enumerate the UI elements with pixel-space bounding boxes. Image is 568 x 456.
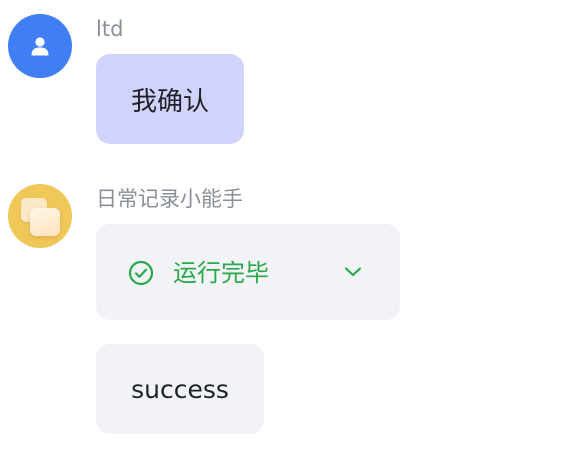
user-icon [31, 37, 49, 56]
chevron-down-icon[interactable] [344, 266, 362, 278]
sender-name: 日常记录小能手 [96, 187, 243, 211]
message-bubble: 我确认 [96, 54, 244, 144]
bot-avatar[interactable] [8, 184, 72, 248]
user-avatar[interactable] [8, 14, 72, 78]
sender-name: ltd [96, 17, 124, 41]
run-status-card[interactable]: 运行完毕 [96, 224, 400, 320]
message-bubble: success [96, 344, 264, 434]
run-status-text: 运行完毕 [173, 259, 269, 287]
check-circle-icon [128, 260, 154, 286]
